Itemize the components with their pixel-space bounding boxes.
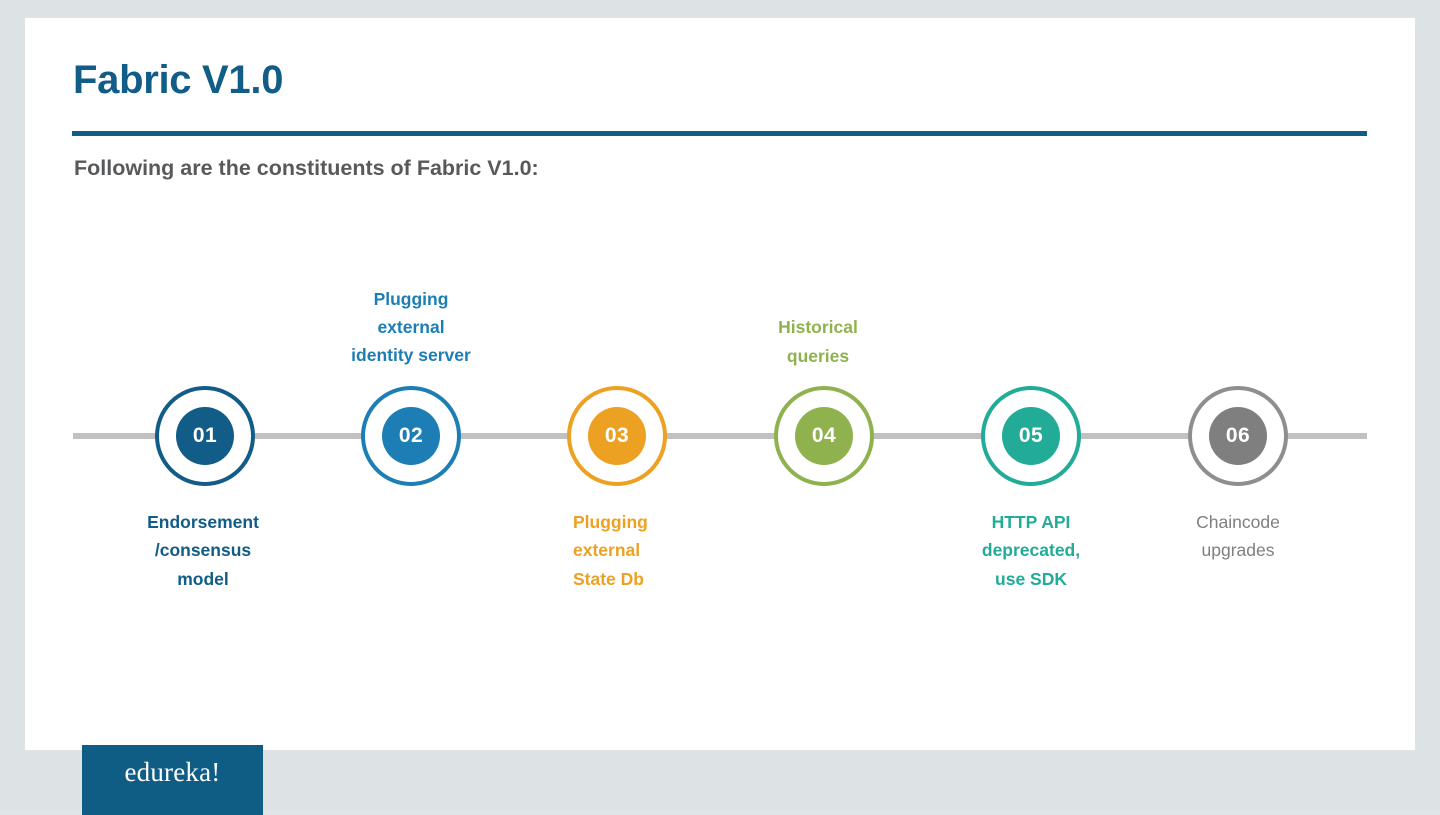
timeline-node-01[interactable]: 01 [155,386,255,486]
timeline-caption-04: Historical queries [778,317,858,366]
timeline-node-02[interactable]: 02 [361,386,461,486]
node-number-02: 02 [382,407,440,465]
node-number-06: 06 [1209,407,1267,465]
edureka-logo-text: edureka! [124,757,221,787]
timeline-connector-line [73,433,1367,439]
slide-canvas: Fabric V1.0 Following are the constituen… [25,18,1415,750]
node-number-03: 03 [588,407,646,465]
node-number-04: 04 [795,407,853,465]
timeline-node-06[interactable]: 06 [1188,386,1288,486]
timeline-caption-03: Plugging external State Db [573,512,648,589]
edureka-logo: edureka! [82,745,263,815]
node-number-05: 05 [1002,407,1060,465]
slide-frame: Fabric V1.0 Following are the constituen… [0,0,1440,815]
timeline-caption-02: Plugging external identity server [351,288,471,366]
timeline-node-04[interactable]: 04 [774,386,874,486]
timeline-caption-06: Chaincode upgrades [1196,512,1280,561]
timeline-caption-05: HTTP API deprecated, use SDK [981,512,1081,589]
timeline-diagram: 01 Endorsement /consensus model 02 Plugging… [25,18,1415,750]
timeline-node-05[interactable]: 05 [981,386,1081,486]
timeline-caption-01: Endorsement /consensus model [147,512,259,589]
timeline-node-03[interactable]: 03 [567,386,667,486]
node-number-01: 01 [176,407,234,465]
